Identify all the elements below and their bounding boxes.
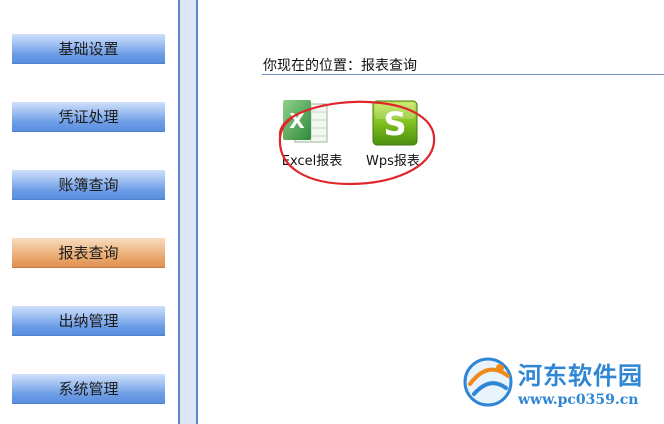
- wps-report-label: Wps报表: [366, 154, 420, 169]
- sidebar-item-label: 报表查询: [58, 244, 119, 262]
- excel-icon: X: [283, 100, 328, 143]
- site-logo-icon: [463, 357, 513, 407]
- watermark: 河东软件园 www.pc0359.cn: [460, 352, 660, 414]
- wps-report-tile[interactable]: S Wps报表: [353, 98, 433, 178]
- sidebar-item-system-management[interactable]: 系统管理: [12, 374, 165, 404]
- sidebar-item-label: 基础设置: [58, 40, 119, 58]
- excel-report-tile[interactable]: X Excel报表: [270, 98, 354, 178]
- sidebar-item-report-query[interactable]: 报表查询: [12, 238, 165, 268]
- watermark-site-name: 河东软件园: [518, 361, 643, 390]
- svg-text:X: X: [289, 109, 305, 133]
- sidebar-item-voucher-processing[interactable]: 凭证处理: [12, 102, 165, 132]
- watermark-site-url: www.pc0359.cn: [518, 392, 639, 408]
- wps-icon: S: [372, 100, 418, 146]
- sidebar-item-cashier-management[interactable]: 出纳管理: [12, 306, 165, 336]
- breadcrumb: 你现在的位置：报表查询: [262, 53, 664, 75]
- splitter-band: [180, 0, 196, 424]
- sidebar-item-ledger-query[interactable]: 账簿查询: [12, 170, 165, 200]
- sidebar-item-label: 系统管理: [58, 380, 119, 398]
- sidebar: 基础设置 凭证处理 账簿查询 报表查询 出纳管理 系统管理: [0, 0, 178, 424]
- excel-report-label: Excel报表: [281, 154, 343, 169]
- panel-splitter[interactable]: [178, 0, 200, 424]
- splitter-border-right: [196, 0, 198, 424]
- sidebar-item-label: 账簿查询: [58, 176, 119, 194]
- sidebar-item-label: 凭证处理: [58, 108, 119, 126]
- sidebar-item-basic-settings[interactable]: 基础设置: [12, 34, 165, 64]
- svg-text:S: S: [383, 105, 406, 143]
- sidebar-item-label: 出纳管理: [58, 312, 119, 330]
